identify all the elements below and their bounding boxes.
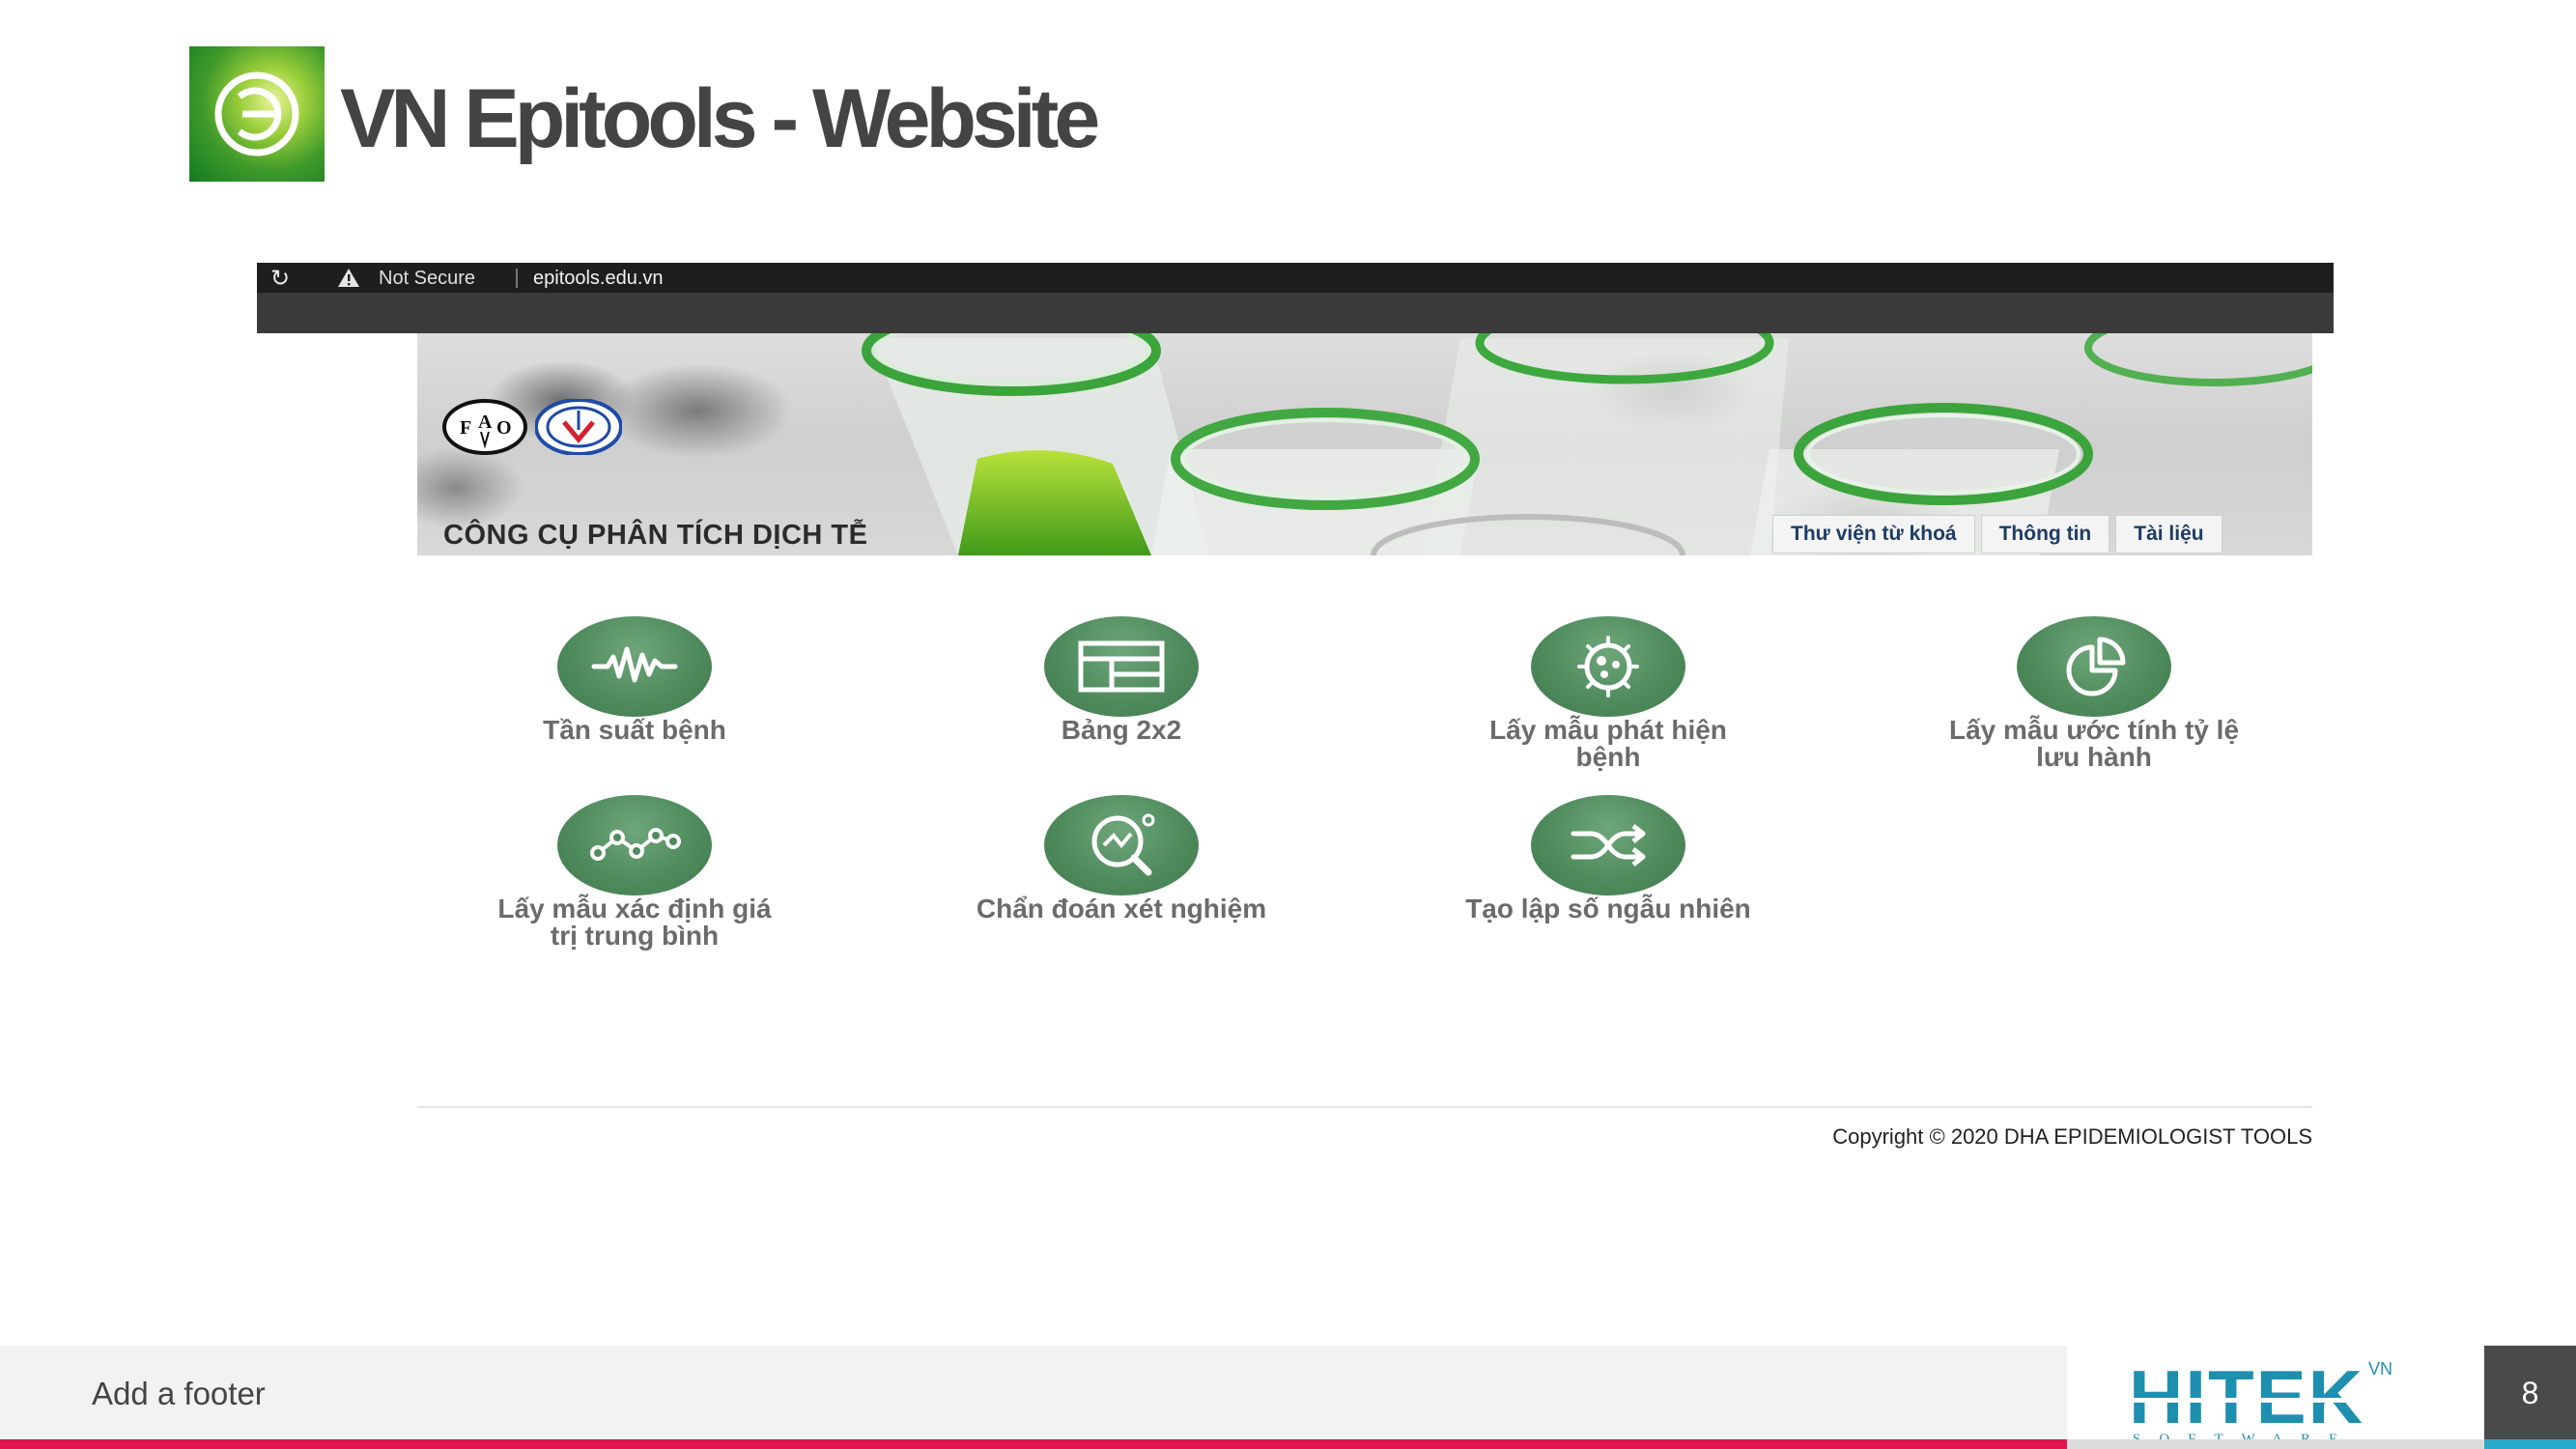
hitek-logo-mark: HITEK VN SOFTWARE: [2117, 1354, 2392, 1447]
tool-mean-value-sampling[interactable]: Lấy mẫu xác định giá trị trung bình: [432, 795, 837, 950]
svg-text:VN: VN: [2368, 1359, 2392, 1378]
url-divider: [516, 269, 518, 288]
svg-text:A: A: [478, 412, 493, 433]
epitools-logo: [189, 46, 325, 182]
tool-disease-frequency[interactable]: Tần suất bệnh: [432, 616, 837, 744]
tool-label: Bảng 2x2: [1061, 715, 1182, 745]
tool-label: Lấy mẫu xác định giá: [497, 894, 772, 923]
shuffle-icon: [1531, 795, 1685, 895]
epitools-logo-icon: [214, 71, 299, 156]
line-graph-icon: [557, 795, 712, 895]
nav-keyword-library[interactable]: Thư viện từ khoá: [1772, 515, 1975, 554]
banner-title: CÔNG CỤ PHÂN TÍCH DỊCH TỄ: [443, 520, 868, 551]
tool-label: Tạo lập số ngẫu nhiên: [1465, 894, 1751, 923]
fao-logo: F A O: [442, 399, 527, 455]
page-number: 8: [2521, 1376, 2539, 1410]
dah-logo: [535, 399, 622, 455]
tool-label: Lấy mẫu phát hiện: [1489, 715, 1727, 745]
tool-prevalence-sampling[interactable]: Lấy mẫu ước tính tỷ lệ lưu hành: [1891, 616, 2297, 771]
nav-documents[interactable]: Tài liệu: [2115, 515, 2222, 554]
site-banner: F A O CÔNG CỤ PHÂN TÍCH DỊCH TỄ Thư viện…: [417, 333, 2312, 555]
site-nav: Thư viện từ khoá Thông tin Tài liệu: [1772, 515, 2222, 554]
slide-title: VN Epitools - Website: [340, 72, 1100, 165]
waveform-icon: [557, 616, 712, 717]
svg-text:F: F: [460, 417, 471, 439]
tool-random-number[interactable]: Tạo lập số ngẫu nhiên: [1405, 795, 1811, 923]
pie-chart-icon: [2017, 616, 2171, 717]
footer-logo-strip: [2067, 1439, 2484, 1449]
hitek-logo: HITEK VN SOFTWARE: [2067, 1346, 2484, 1449]
tool-label-line-2: lưu hành: [2036, 742, 2152, 772]
security-label[interactable]: Not Secure: [379, 268, 475, 290]
tool-label: Tần suất bệnh: [543, 715, 726, 745]
footer-accent-bar: [0, 1439, 2067, 1449]
virus-icon: [1531, 616, 1685, 717]
tool-diagnostic-test[interactable]: Chẩn đoán xét nghiệm: [919, 795, 1324, 923]
magnifier-chart-icon: [1044, 795, 1199, 895]
tool-label: Lấy mẫu ước tính tỷ lệ: [1948, 715, 2240, 745]
tool-label: Chẩn đoán xét nghiệm: [976, 894, 1267, 923]
site-copyright: Copyright © 2020 DHA EPIDEMIOLOGIST TOOL…: [1832, 1124, 2312, 1149]
tool-2x2-table[interactable]: Bảng 2x2: [919, 616, 1324, 744]
tool-label-line-2: trị trung bình: [550, 921, 720, 951]
svg-text:O: O: [496, 417, 512, 439]
slide-footer: [0, 1346, 2067, 1441]
svg-text:HITEK: HITEK: [2129, 1354, 2364, 1439]
footer-text: Add a footer: [92, 1376, 266, 1411]
tool-detect-disease-sampling[interactable]: Lấy mẫu phát hiện bệnh: [1405, 616, 1811, 771]
reload-icon[interactable]: ↻: [270, 265, 297, 292]
table-icon: [1044, 616, 1199, 717]
nav-information[interactable]: Thông tin: [1980, 515, 2110, 554]
url-text[interactable]: epitools.edu.vn: [533, 268, 664, 290]
browser-toolbar: ↻ Not Secure epitools.edu.vn: [257, 263, 2334, 333]
site-divider: [417, 1106, 2312, 1108]
page-number-strip: [2484, 1439, 2576, 1449]
warning-icon: [338, 269, 359, 287]
tool-label-line-2: bệnh: [1575, 742, 1641, 772]
